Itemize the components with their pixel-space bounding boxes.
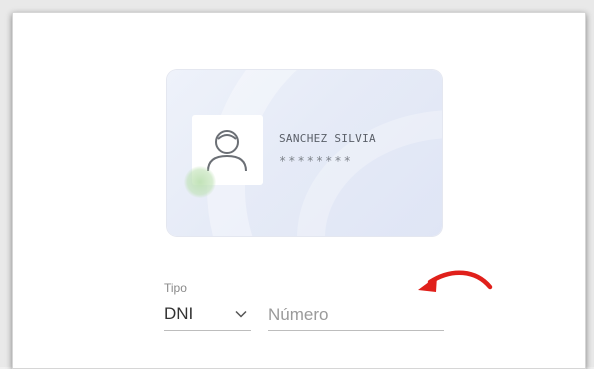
screenshot-frame: SANCHEZ SILVIA ******** Tipo DNI [0,0,594,369]
tipo-label: Tipo [164,281,187,295]
document-type-select[interactable]: DNI [164,302,251,331]
document-type-value: DNI [164,304,194,323]
card-hologram-stamp [184,166,216,198]
card-holder-name: SANCHEZ SILVIA [279,132,376,145]
chevron-down-icon [235,310,247,318]
curved-arrow-icon [418,270,493,292]
document-number-field[interactable] [268,302,444,331]
card-document-number: ******** [279,154,353,168]
document-number-input[interactable] [268,303,438,327]
id-card-preview: SANCHEZ SILVIA ******** [167,70,442,236]
user-avatar-icon [207,130,247,172]
